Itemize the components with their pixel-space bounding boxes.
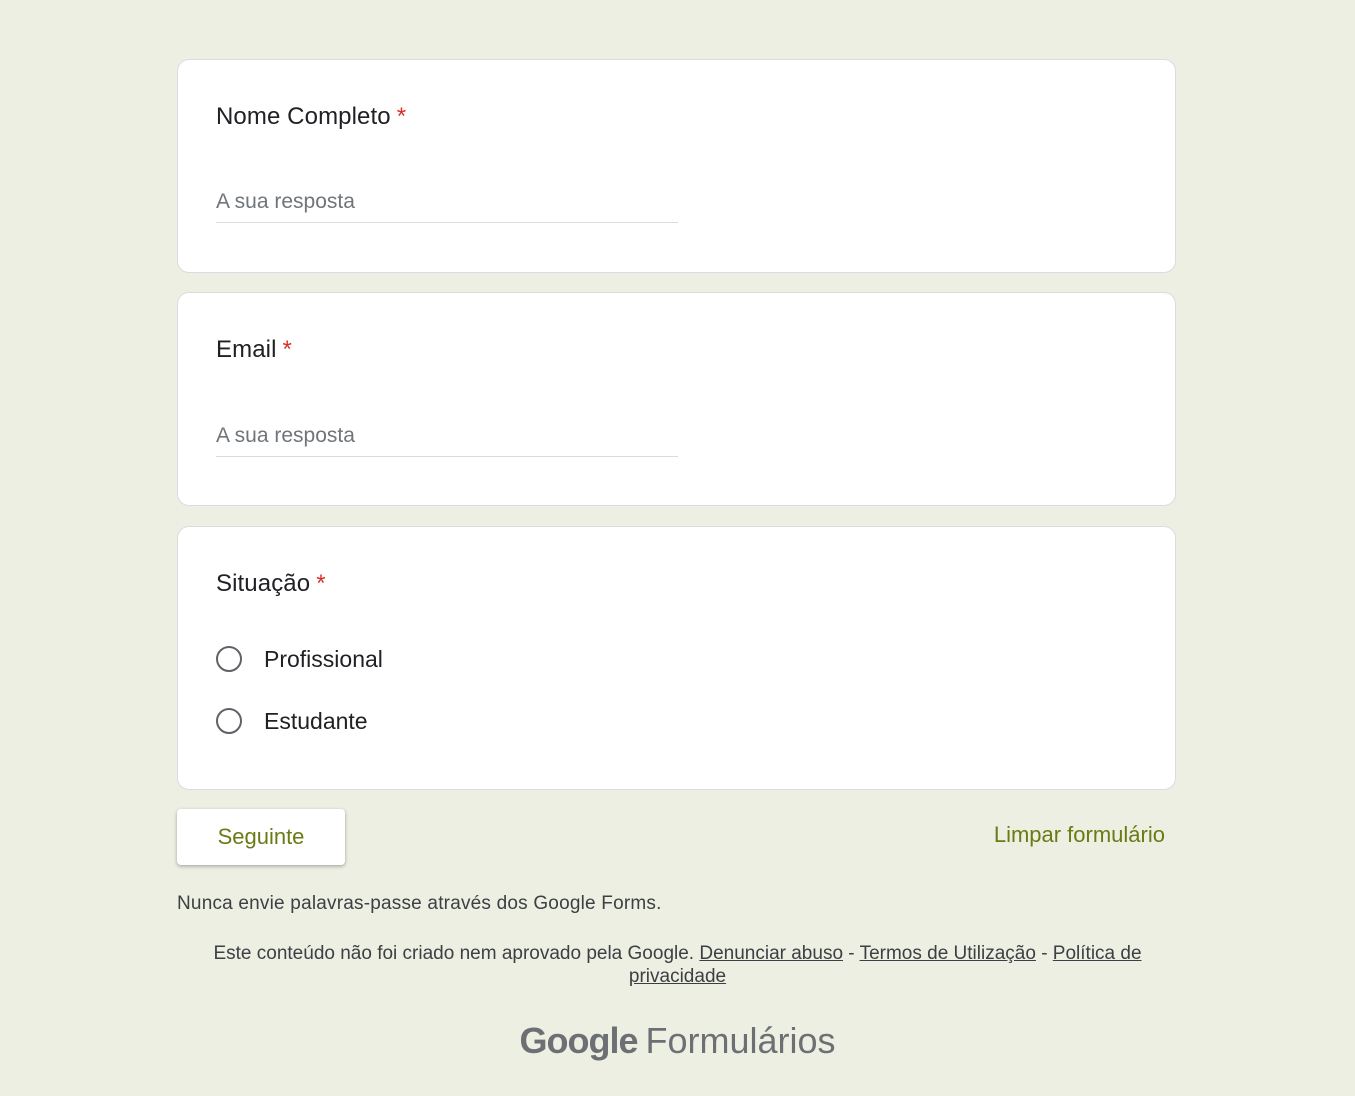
question-title-text: Email: [216, 336, 277, 363]
question-card-name: Nome Completo *: [177, 59, 1176, 273]
footer-disclaimer: Este conteúdo não foi criado nem aprovad…: [200, 942, 1155, 988]
google-forms-logo[interactable]: Google Formulários: [0, 1020, 1355, 1062]
radio-option-estudante[interactable]: Estudante: [216, 705, 368, 737]
question-card-email: Email *: [177, 292, 1176, 506]
question-title-name: Nome Completo *: [216, 103, 406, 131]
footer-separator: -: [848, 943, 855, 964]
password-warning: Nunca envie palavras-passe através dos G…: [177, 893, 662, 914]
terms-link[interactable]: Termos de Utilização: [860, 943, 1036, 964]
radio-option-profissional[interactable]: Profissional: [216, 643, 383, 675]
radio-option-label: Profissional: [264, 645, 383, 672]
question-title-situation: Situação *: [216, 570, 326, 598]
google-wordmark: Google: [519, 1020, 638, 1061]
next-button[interactable]: Seguinte: [177, 809, 345, 865]
required-asterisk: *: [282, 336, 292, 363]
radio-button-icon[interactable]: [216, 646, 242, 672]
question-card-situation: Situação * Profissional Estudante: [177, 526, 1176, 790]
clear-form-button[interactable]: Limpar formulário: [994, 822, 1165, 848]
required-asterisk: *: [396, 103, 407, 130]
report-abuse-link[interactable]: Denunciar abuso: [699, 943, 843, 964]
email-input[interactable]: [216, 416, 678, 457]
radio-button-icon[interactable]: [216, 708, 242, 734]
disclaimer-text: Este conteúdo não foi criado nem aprovad…: [213, 943, 695, 964]
question-title-text: Situação: [216, 570, 311, 597]
forms-wordmark: Formulários: [645, 1020, 836, 1061]
required-asterisk: *: [316, 570, 326, 597]
question-title-email: Email *: [216, 336, 292, 364]
footer-separator: -: [1041, 943, 1048, 964]
radio-option-label: Estudante: [264, 707, 368, 734]
name-input[interactable]: [216, 182, 678, 223]
question-title-text: Nome Completo: [216, 103, 391, 130]
